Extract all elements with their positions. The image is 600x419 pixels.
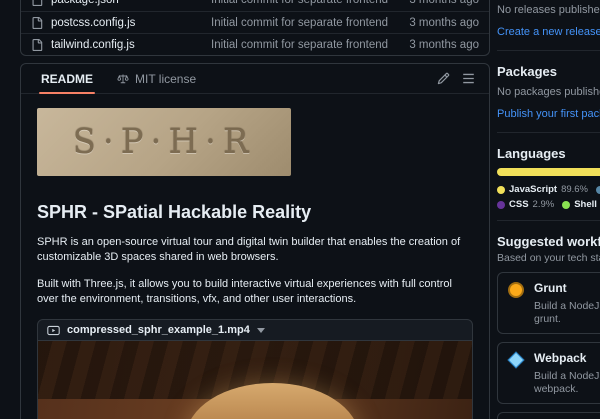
list-item[interactable]: GLSL — [596, 184, 600, 195]
list-item[interactable]: Shell 0.1% — [562, 199, 600, 210]
repo-sidebar: No releases published Create a new relea… — [497, 0, 600, 419]
chevron-down-icon — [257, 328, 265, 333]
commit-message-link[interactable]: Initial commit for separate frontend — [211, 0, 409, 6]
language-dot-icon — [497, 186, 505, 194]
table-row: package.json Initial commit for separate… — [21, 0, 489, 11]
tab-license-label: MIT license — [135, 72, 196, 86]
workflow-card-grunt[interactable]: Grunt Build a NodeJS project with grunt. — [497, 272, 600, 334]
file-name-label: postcss.config.js — [51, 17, 135, 29]
readme-paragraph: SPHR is an open-source virtual tour and … — [37, 235, 473, 265]
packages-title: Packages — [497, 64, 600, 79]
workflow-description: Build a NodeJS project with webpack. — [534, 370, 600, 396]
languages-section: Languages JavaScript 89.6% GLSL — [497, 133, 600, 221]
table-row: postcss.config.js Initial commit for sep… — [21, 11, 489, 33]
language-percent: 89.6% — [561, 184, 588, 195]
file-icon — [31, 17, 43, 29]
file-link[interactable]: postcss.config.js — [31, 17, 211, 29]
readme-paragraph: Built with Three.js, it allows you to bu… — [37, 277, 473, 307]
language-dot-icon — [596, 186, 600, 194]
commit-time: 3 months ago — [409, 17, 479, 29]
edit-pencil-icon[interactable] — [437, 72, 450, 85]
languages-title: Languages — [497, 146, 600, 161]
create-release-link[interactable]: Create a new release — [497, 26, 600, 38]
workflows-section: Suggested workflows Based on your tech s… — [497, 221, 600, 419]
readme-panel: README MIT license — [20, 63, 490, 419]
workflow-title: Grunt — [534, 281, 600, 295]
language-dot-icon — [562, 201, 570, 209]
lang-segment-javascript — [497, 168, 600, 176]
file-link[interactable]: package.json — [31, 0, 211, 6]
file-list: package.json Initial commit for separate… — [20, 0, 490, 56]
publish-package-link[interactable]: Publish your first package — [497, 108, 600, 120]
workflow-description: Build a NodeJS project with grunt. — [534, 300, 600, 326]
video-camera-icon — [47, 324, 60, 337]
list-item[interactable]: CSS 2.9% — [497, 199, 554, 210]
language-name: Shell — [574, 199, 597, 210]
releases-empty-text: No releases published — [497, 4, 600, 17]
workflows-subtitle: Based on your tech stack — [497, 252, 600, 264]
language-name: CSS — [509, 199, 529, 210]
repo-page: package.json Initial commit for separate… — [0, 0, 600, 419]
languages-bar — [497, 168, 600, 176]
repo-main-column: package.json Initial commit for separate… — [20, 0, 490, 419]
list-item[interactable]: JavaScript 89.6% — [497, 184, 588, 195]
file-icon — [31, 39, 43, 51]
webpack-icon — [506, 350, 526, 370]
language-percent: 2.9% — [533, 199, 555, 210]
workflow-card-body: Grunt Build a NodeJS project with grunt. — [534, 280, 600, 326]
sphr-logo-letters: S·P·H·R — [73, 122, 256, 162]
commit-time: 3 months ago — [409, 0, 479, 6]
tab-readme[interactable]: README — [29, 64, 105, 93]
languages-legend: JavaScript 89.6% GLSL CSS 2.9% Shell 0.1… — [497, 184, 600, 210]
packages-empty-text: No packages published — [497, 86, 600, 99]
language-name: JavaScript — [509, 184, 557, 195]
law-scale-icon — [117, 73, 129, 85]
workflow-card-body: Webpack Build a NodeJS project with webp… — [534, 350, 600, 396]
file-link[interactable]: tailwind.config.js — [31, 39, 211, 51]
workflow-card-gulp[interactable]: Gulp Build a NodeJS project with gulp. — [497, 412, 600, 419]
file-name-label: tailwind.config.js — [51, 39, 135, 51]
language-dot-icon — [497, 201, 505, 209]
readme-heading: SPHR - SPatial Hackable Reality — [37, 202, 473, 223]
readme-content: S·P·H·R SPHR - SPatial Hackable Reality … — [21, 94, 489, 419]
commit-message-link[interactable]: Initial commit for separate frontend — [211, 39, 409, 51]
file-name-label: package.json — [51, 0, 119, 6]
tab-license[interactable]: MIT license — [105, 64, 208, 93]
workflow-card-webpack[interactable]: Webpack Build a NodeJS project with webp… — [497, 342, 600, 404]
readme-actions — [437, 72, 481, 85]
outline-list-icon[interactable] — [462, 72, 475, 85]
video-filename: compressed_sphr_example_1.mp4 — [67, 324, 250, 336]
sphr-logo-image: S·P·H·R — [37, 108, 291, 176]
video-player-header[interactable]: compressed_sphr_example_1.mp4 — [37, 319, 473, 341]
readme-tabbar: README MIT license — [21, 64, 489, 94]
workflow-title: Webpack — [534, 351, 600, 365]
workflows-title: Suggested workflows — [497, 234, 600, 249]
video-thumbnail[interactable] — [37, 341, 473, 419]
commit-time: 3 months ago — [409, 39, 479, 51]
releases-section: No releases published Create a new relea… — [497, 0, 600, 51]
packages-section: Packages No packages published Publish y… — [497, 51, 600, 133]
table-row: tailwind.config.js Initial commit for se… — [21, 33, 489, 55]
grunt-icon — [506, 280, 526, 300]
tab-readme-label: README — [41, 72, 93, 86]
commit-message-link[interactable]: Initial commit for separate frontend — [211, 17, 409, 29]
file-icon — [31, 0, 43, 6]
